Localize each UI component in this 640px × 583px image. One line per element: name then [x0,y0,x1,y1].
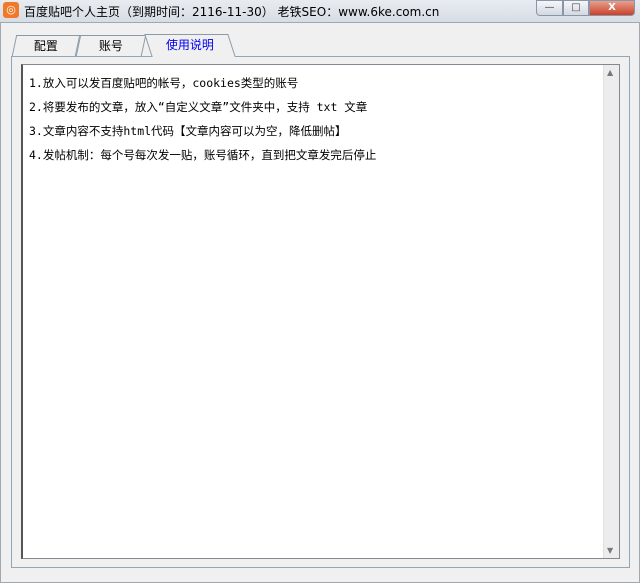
tab-label: 账号 [98,39,123,53]
window-title: 百度贴吧个人主页（到期时间：2116-11-30） 老铁SEO：www.6ke.… [24,5,440,19]
tab-config[interactable]: 配置 [11,35,81,56]
tab-instructions[interactable]: 使用说明 [144,34,236,57]
instructions-textarea[interactable]: 1.放入可以发百度贴吧的帐号，cookies类型的账号 2.将要发布的文章，放入… [21,64,620,559]
instruction-line: 2.将要发布的文章，放入“自定义文章”文件夹中，支持 txt 文章 [29,100,368,114]
instruction-line: 3.文章内容不支持html代码【文章内容可以为空，降低删帖】 [29,124,347,138]
instruction-line: 1.放入可以发百度贴吧的帐号，cookies类型的账号 [29,76,299,90]
vertical-scrollbar[interactable]: ▲ ▼ [603,65,619,558]
instruction-line: 4.发帖机制：每个号每次发一贴，账号循环，直到把文章发完后停止 [29,148,377,162]
app-icon: ◎ [3,2,19,18]
tab-label: 使用说明 [165,38,214,52]
tab-label: 配置 [33,39,58,53]
minimize-button[interactable]: — [536,0,563,16]
tab-accounts[interactable]: 账号 [75,35,147,56]
close-button[interactable]: X [589,0,635,16]
scroll-up-icon[interactable]: ▲ [607,68,613,77]
scroll-down-icon[interactable]: ▼ [607,546,613,555]
maximize-button[interactable]: □ [563,0,589,16]
